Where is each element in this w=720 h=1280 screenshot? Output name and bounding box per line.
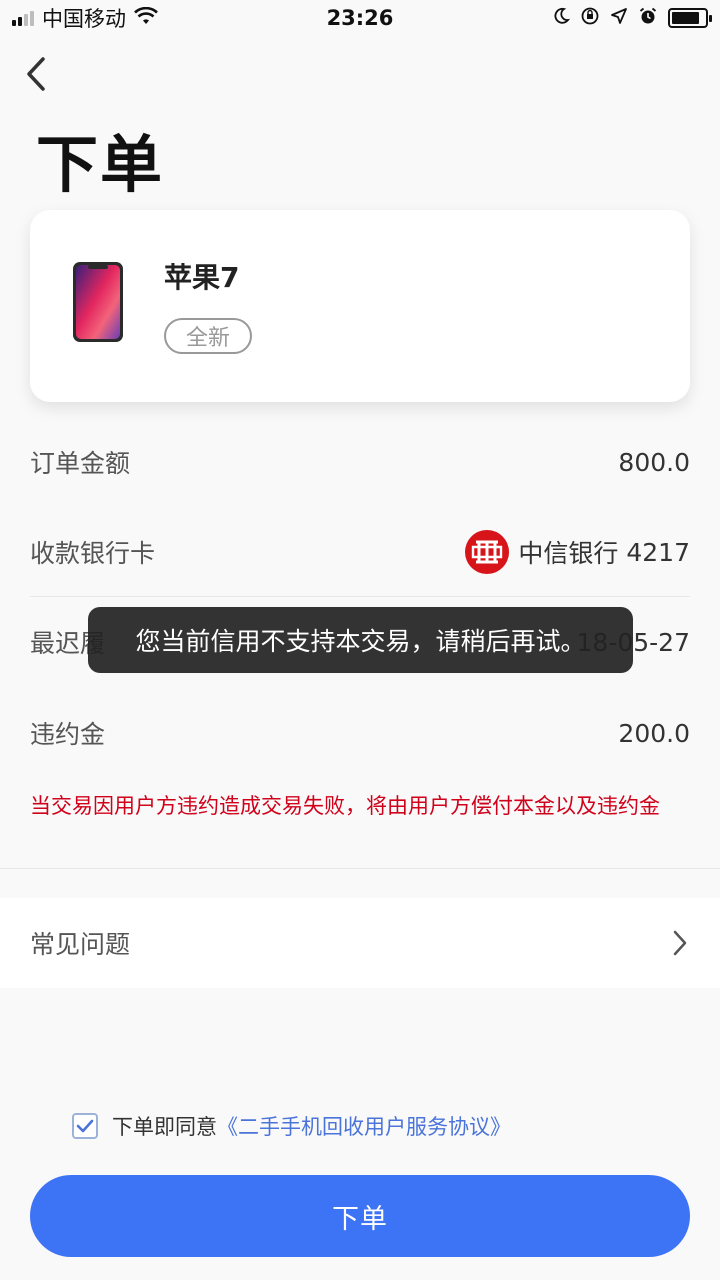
order-screen: 中国移动 23:26 下单 苹果7 全新 订单金额 800.0 收款银行卡 中信… [0, 0, 720, 1280]
bank-card-row[interactable]: 收款银行卡 中信银行 4217 [30, 529, 690, 575]
wifi-icon [134, 6, 158, 30]
penalty-value: 200.0 [618, 718, 690, 748]
checkmark-icon [76, 1119, 94, 1133]
order-amount-label: 订单金额 [30, 449, 131, 478]
page-title: 下单 [36, 128, 165, 201]
alarm-icon [638, 6, 658, 31]
submit-order-button[interactable]: 下单 [30, 1175, 690, 1257]
bank-last4: 4217 [626, 537, 690, 567]
section-divider [0, 868, 720, 869]
orientation-lock-icon [580, 6, 600, 31]
location-icon [610, 6, 628, 30]
condition-badge: 全新 [164, 318, 252, 354]
penalty-label: 违约金 [30, 720, 106, 749]
status-bar: 中国移动 23:26 [0, 0, 720, 36]
agreement-row: 下单即同意《二手手机回收用户服务协议》 [72, 1110, 511, 1142]
penalty-warning: 当交易因用户方违约造成交易失败，将由用户方偿付本金以及违约金 [30, 794, 660, 818]
faq-label: 常见问题 [30, 930, 131, 959]
error-toast: 您当前信用不支持本交易，请稍后再试。 [88, 607, 633, 673]
carrier-label: 中国移动 [42, 7, 126, 31]
penalty-row: 违约金 200.0 [30, 713, 690, 753]
faq-row[interactable]: 常见问题 [0, 898, 720, 988]
bank-name: 中信银行 [518, 539, 619, 568]
moon-icon [552, 6, 570, 30]
status-right [552, 6, 712, 31]
service-agreement-link[interactable]: 《二手手机回收用户服务协议》 [217, 1115, 511, 1139]
signal-icon [12, 10, 34, 26]
status-left: 中国移动 [12, 3, 158, 33]
agreement-checkbox[interactable] [72, 1113, 98, 1139]
divider [30, 596, 690, 597]
product-card: 苹果7 全新 [30, 210, 690, 402]
smartphone-icon [72, 261, 124, 343]
product-name: 苹果7 [164, 261, 240, 294]
order-amount-row: 订单金额 800.0 [30, 442, 690, 482]
citic-bank-logo-icon [465, 530, 510, 574]
agreement-prefix: 下单即同意 [112, 1115, 217, 1139]
order-amount-value: 800.0 [618, 447, 690, 477]
back-button[interactable] [14, 50, 58, 98]
chevron-right-icon [673, 930, 687, 956]
battery-icon [668, 8, 712, 28]
bank-card-value: 中信银行 4217 [464, 529, 690, 575]
chevron-left-icon [27, 57, 45, 91]
bank-card-label: 收款银行卡 [30, 539, 156, 568]
